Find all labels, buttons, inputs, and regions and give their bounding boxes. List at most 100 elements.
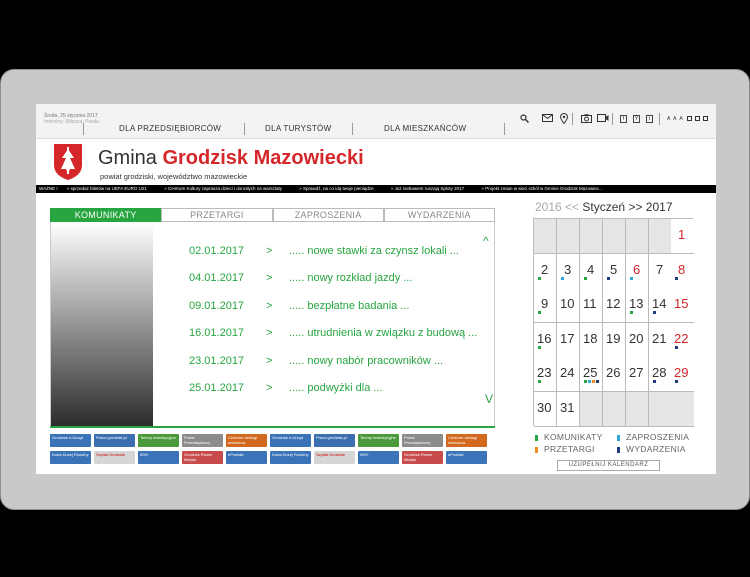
calendar-day-number: 19: [606, 330, 621, 346]
calendar-day[interactable]: 25: [580, 357, 603, 393]
banner-link[interactable]: 500+: [358, 451, 399, 464]
search-icon[interactable]: [519, 113, 529, 123]
camera-icon[interactable]: [580, 113, 592, 123]
event-marker: [675, 380, 678, 384]
banner-link[interactable]: ePodatki: [226, 451, 267, 464]
calendar-day[interactable]: 23: [534, 357, 557, 393]
font-size-switcher[interactable]: A A A: [667, 116, 684, 122]
tab-zaproszenia[interactable]: ZAPROSZENIA: [272, 208, 384, 222]
video-icon[interactable]: [597, 113, 609, 123]
calendar-day[interactable]: 8: [671, 253, 694, 289]
banner-link[interactable]: Centrum obsługi inwestora: [226, 434, 267, 447]
site-title-name: Grodzisk Mazowiecki: [162, 147, 364, 169]
calendar-day[interactable]: 1: [671, 219, 694, 254]
news-text[interactable]: ..... podwyżki dla ...: [289, 382, 383, 394]
calendar-day[interactable]: 15: [671, 288, 694, 324]
calendar-day[interactable]: 3: [557, 253, 580, 289]
banner-link[interactable]: Praca grodzisk.pl: [314, 434, 355, 447]
ticker-item[interactable]: » Sprawdź, na co idą twoje pieniądze: [299, 186, 381, 191]
calendar-day[interactable]: 21: [649, 322, 672, 358]
calendar-day[interactable]: 5: [603, 253, 626, 289]
calendar-day[interactable]: 31: [557, 392, 580, 427]
contrast-toggle-icon[interactable]: [687, 116, 692, 121]
banner-link[interactable]: Szpital Grodzisk: [94, 451, 135, 464]
calendar-day[interactable]: 28: [649, 357, 672, 393]
facebook-icon[interactable]: f: [620, 115, 627, 123]
legend-label: KOMUNIKATY: [544, 432, 603, 442]
news-ticker[interactable]: WAŻNE ! » sprzedaż biletów na UEFA EURO …: [36, 185, 716, 193]
banner-link[interactable]: Karta Dużej Rodziny: [50, 451, 91, 464]
calendar-next-button[interactable]: >>: [628, 200, 642, 214]
calendar-day[interactable]: 12: [603, 288, 626, 324]
location-icon[interactable]: [559, 113, 569, 124]
site-title[interactable]: Gmina Grodzisk Mazowiecki: [98, 147, 364, 170]
banner-link[interactable]: Tereny inwestycyjne: [138, 434, 179, 447]
banner-link[interactable]: Praca grodzisk.pl: [94, 434, 135, 447]
coat-of-arms-icon[interactable]: [53, 143, 83, 181]
calendar-day[interactable]: 7: [649, 253, 672, 289]
ticker-item[interactable]: » Centrum Kultury zaprasza dzieci i doro…: [164, 186, 290, 191]
banner-link[interactable]: Grodzisk e-Urząd: [50, 434, 91, 447]
nav-for-tourists[interactable]: DLA TURYSTÓW: [265, 124, 331, 133]
calendar-day[interactable]: 17: [557, 322, 580, 358]
calendar-day[interactable]: 6: [626, 253, 649, 289]
nav-for-residents[interactable]: DLA MIESZKAŃCÓW: [384, 124, 466, 133]
banner-link[interactable]: Grodzisk Rower Miejski: [402, 451, 443, 464]
banner-link[interactable]: Tereny inwestycyjne: [358, 434, 399, 447]
fill-calendar-button[interactable]: UZUPEŁNIJ KALENDARZ: [557, 460, 660, 471]
banner-link[interactable]: Portal Przedsiębiorcy: [182, 434, 223, 447]
calendar-day[interactable]: 18: [580, 322, 603, 358]
calendar-day[interactable]: 4: [580, 253, 603, 289]
calendar-prev-button[interactable]: <<: [565, 200, 579, 214]
news-text[interactable]: ..... utrudnienia w związku z budową ...: [289, 327, 477, 339]
tab-przetargi[interactable]: PRZETARGI: [161, 208, 273, 222]
youtube-icon[interactable]: Y: [633, 115, 640, 123]
contrast-toggle-icon[interactable]: [703, 116, 708, 121]
calendar-day[interactable]: 29: [671, 357, 694, 393]
news-text[interactable]: ..... nowe stawki za czynsz lokali ...: [289, 245, 459, 257]
tab-wydarzenia[interactable]: WYDARZENIA: [383, 208, 495, 222]
nav-for-entrepreneurs[interactable]: DLA PRZEDSIĘBIORCÓW: [119, 124, 221, 133]
banner-link[interactable]: Centrum obsługi inwestora: [446, 434, 487, 447]
banner-link[interactable]: ePodatki: [446, 451, 487, 464]
ticker-item[interactable]: » Projekt zmian w sieci szkół w Gminie G…: [481, 186, 610, 191]
calendar-day[interactable]: 2: [534, 253, 557, 289]
calendar-empty-cell: [649, 392, 672, 427]
news-text[interactable]: ..... bezpłatne badania ...: [289, 300, 409, 312]
contrast-toggle-icon[interactable]: [695, 116, 700, 121]
calendar-day[interactable]: 30: [534, 392, 557, 427]
calendar-month: Styczeń: [582, 200, 626, 214]
ticker-item[interactable]: » sprzedaż biletów na UEFA EURO U21: [67, 186, 155, 191]
news-separator: >: [266, 355, 273, 367]
twitter-icon[interactable]: t: [646, 115, 653, 123]
calendar-day[interactable]: 13: [626, 288, 649, 324]
calendar-day[interactable]: 24: [557, 357, 580, 393]
calendar-day[interactable]: 20: [626, 322, 649, 358]
mail-icon[interactable]: [541, 113, 553, 123]
nav-separator: [504, 123, 505, 135]
calendar-day[interactable]: 9: [534, 288, 557, 324]
scroll-down-button[interactable]: V: [485, 392, 493, 406]
calendar-day[interactable]: 16: [534, 322, 557, 358]
calendar-day[interactable]: 22: [671, 322, 694, 358]
calendar-empty-cell: [580, 219, 603, 254]
calendar-day[interactable]: 19: [603, 322, 626, 358]
calendar-day[interactable]: 11: [580, 288, 603, 324]
calendar-day[interactable]: 26: [603, 357, 626, 393]
banner-link[interactable]: Grodzisk Rower Miejski: [182, 451, 223, 464]
calendar-day[interactable]: 14: [649, 288, 672, 324]
calendar-day[interactable]: 27: [626, 357, 649, 393]
tab-komunikaty[interactable]: KOMUNIKATY: [50, 208, 162, 222]
banner-link[interactable]: Grodzisk e-Urząd: [270, 434, 311, 447]
news-text[interactable]: ..... nowy nabór pracowników ...: [289, 355, 443, 367]
ticker-item[interactable]: » Już niebawem ruszają Sploty 2017: [391, 186, 472, 191]
calendar-prev-year[interactable]: 2016: [535, 200, 562, 214]
banner-link[interactable]: Portal Przedsiębiorcy: [402, 434, 443, 447]
calendar-empty-cell: [626, 219, 649, 254]
news-text[interactable]: ..... nowy rozkład jazdy ...: [289, 272, 413, 284]
scroll-up-button[interactable]: ^: [483, 234, 489, 248]
banner-link[interactable]: Karta Dużej Rodziny: [270, 451, 311, 464]
banner-link[interactable]: 500+: [138, 451, 179, 464]
banner-link[interactable]: Szpital Grodzisk: [314, 451, 355, 464]
calendar-day[interactable]: 10: [557, 288, 580, 324]
